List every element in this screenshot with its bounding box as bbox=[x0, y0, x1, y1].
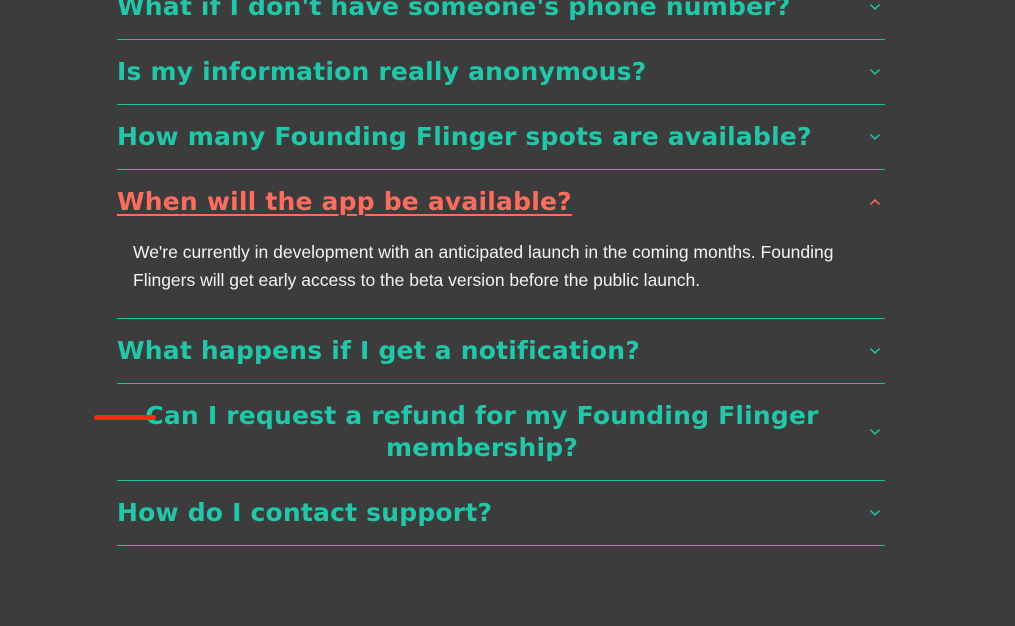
faq-question-button[interactable]: How do I contact support? bbox=[117, 481, 885, 545]
faq-question-text: What if I don't have someone's phone num… bbox=[117, 0, 791, 21]
faq-item-notification: What happens if I get a notification? bbox=[117, 319, 885, 384]
chevron-down-icon bbox=[867, 64, 883, 80]
faq-item-phone-number: What if I don't have someone's phone num… bbox=[117, 0, 885, 40]
chevron-down-icon bbox=[867, 129, 883, 145]
chevron-down-icon bbox=[867, 0, 883, 15]
faq-item-refund: Can I request a refund for my Founding F… bbox=[117, 384, 885, 481]
faq-question-button[interactable]: Is my information really anonymous? bbox=[117, 40, 885, 104]
chevron-down-icon bbox=[867, 424, 883, 440]
faq-question-text: Can I request a refund for my Founding F… bbox=[145, 401, 819, 462]
faq-question-text: What happens if I get a notification? bbox=[117, 336, 640, 365]
faq-question-button[interactable]: What if I don't have someone's phone num… bbox=[117, 0, 885, 39]
chevron-up-icon bbox=[867, 194, 883, 210]
faq-item-spots: How many Founding Flinger spots are avai… bbox=[117, 105, 885, 170]
chevron-down-icon bbox=[867, 505, 883, 521]
faq-item-support: How do I contact support? bbox=[117, 481, 885, 546]
faq-question-button[interactable]: How many Founding Flinger spots are avai… bbox=[117, 105, 885, 169]
faq-question-button[interactable]: When will the app be available? bbox=[117, 170, 885, 234]
faq-question-button[interactable]: Can I request a refund for my Founding F… bbox=[117, 384, 885, 480]
faq-question-text: Is my information really anonymous? bbox=[117, 57, 647, 86]
faq-item-availability: When will the app be available? We're cu… bbox=[117, 170, 885, 319]
faq-question-button[interactable]: What happens if I get a notification? bbox=[117, 319, 885, 383]
faq-question-text: How do I contact support? bbox=[117, 498, 493, 527]
chevron-down-icon bbox=[867, 343, 883, 359]
annotation-marker bbox=[94, 415, 156, 420]
faq-answer-text: We're currently in development with an a… bbox=[133, 242, 834, 290]
faq-question-text: How many Founding Flinger spots are avai… bbox=[117, 122, 812, 151]
faq-question-text: When will the app be available? bbox=[117, 187, 572, 216]
faq-accordion: What if I don't have someone's phone num… bbox=[117, 0, 885, 546]
faq-item-anonymous: Is my information really anonymous? bbox=[117, 40, 885, 105]
